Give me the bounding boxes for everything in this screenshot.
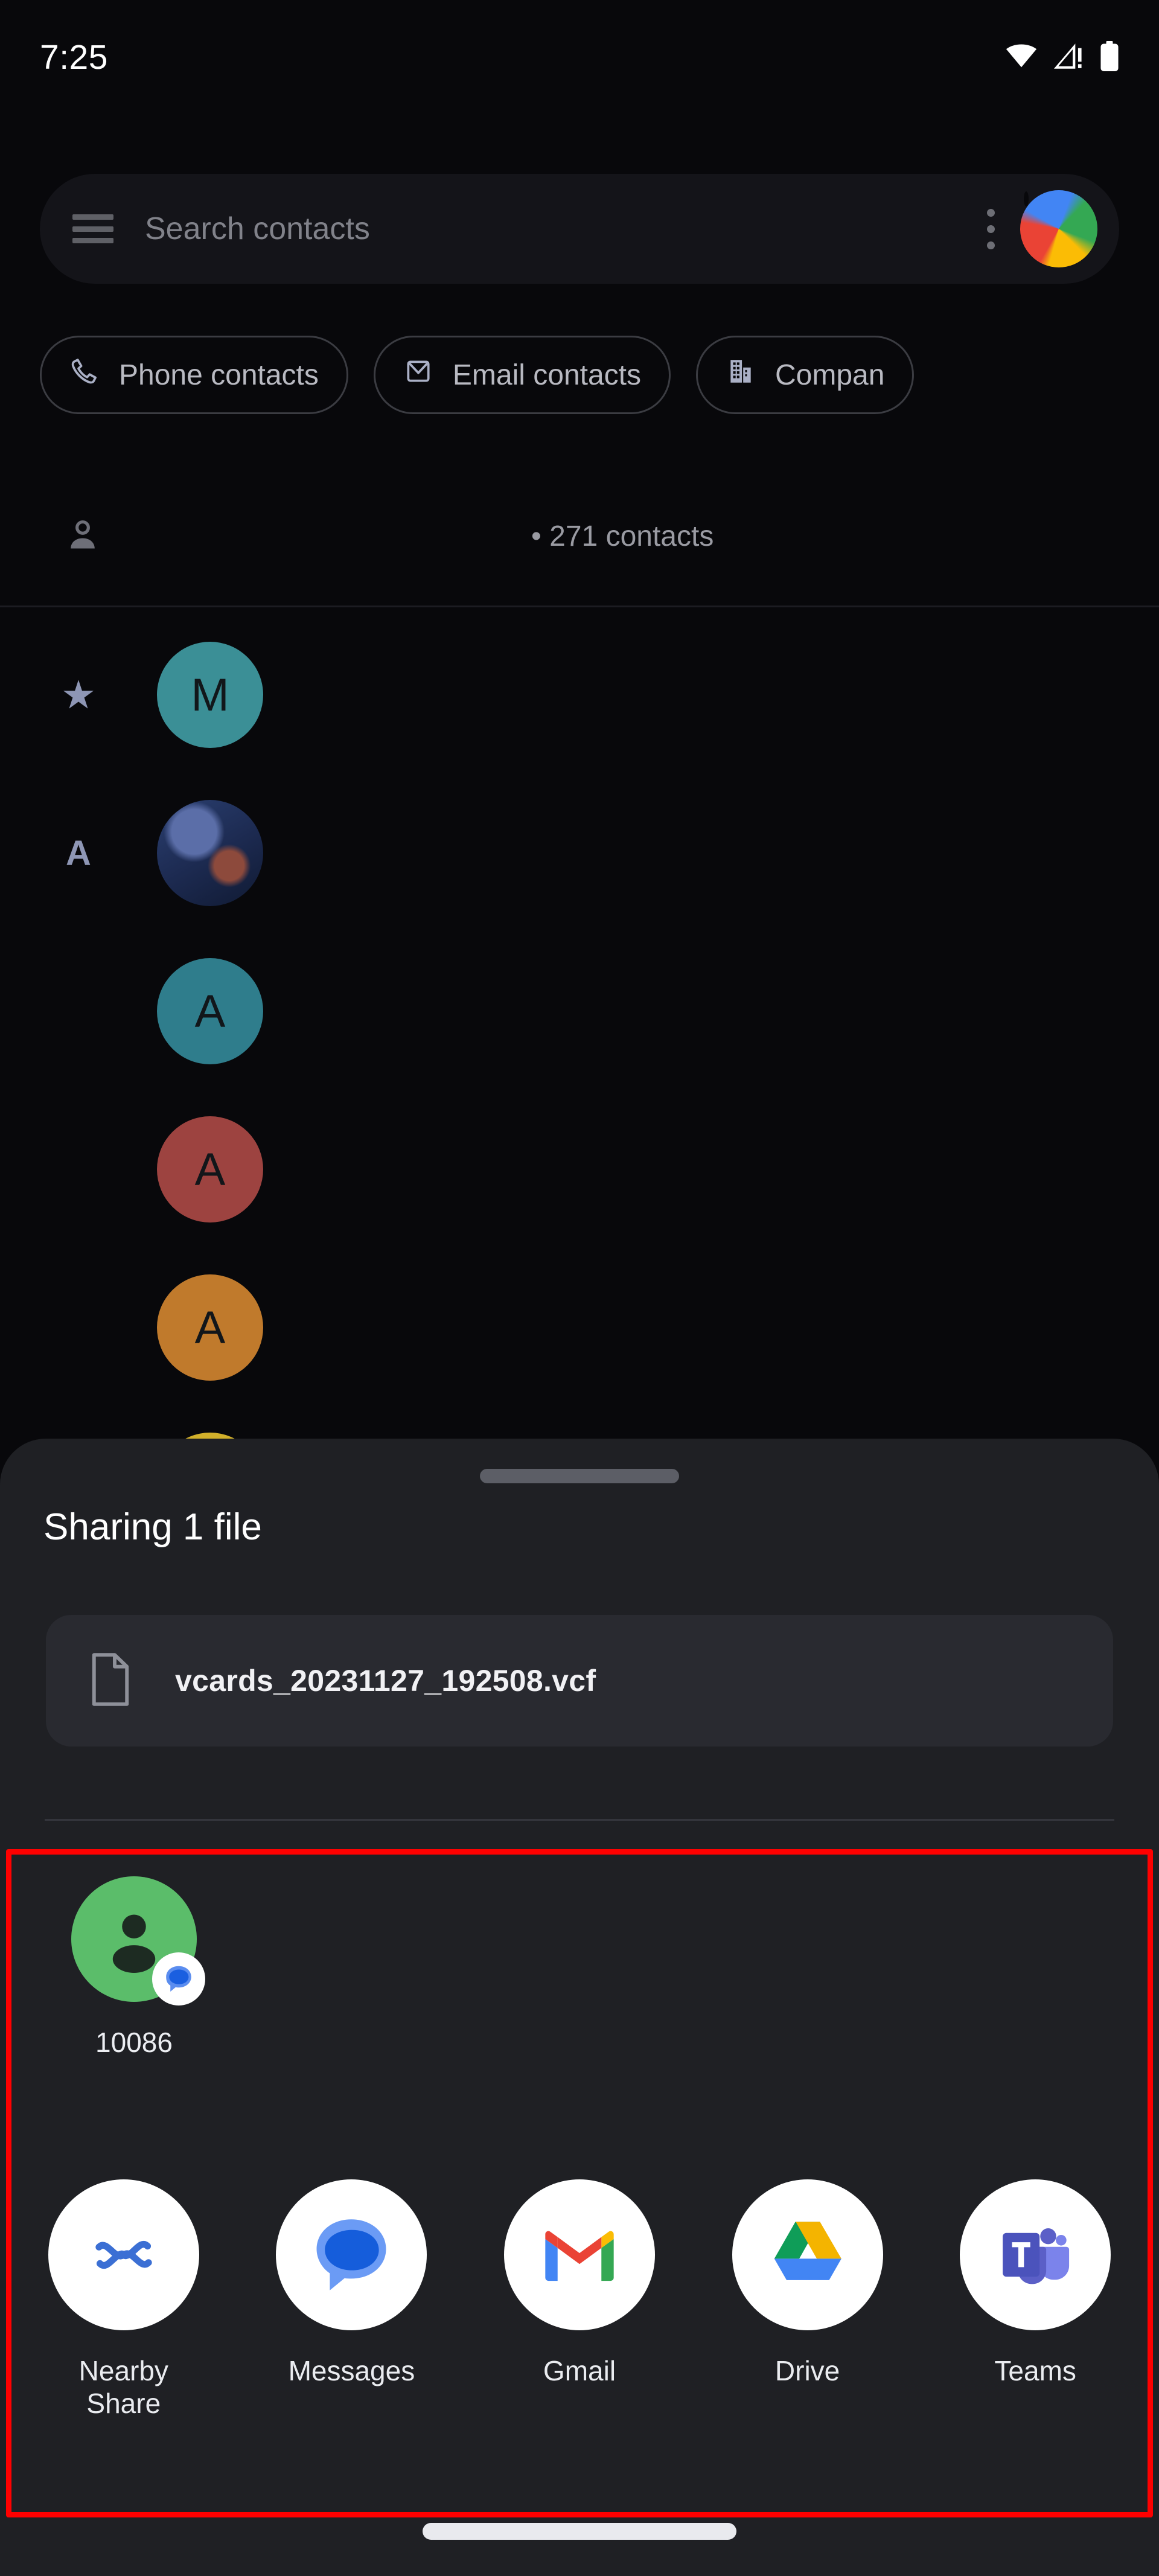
messages-icon [276,2179,427,2330]
document-icon [88,1652,133,1710]
gmail-icon [503,2179,655,2330]
microsoft-teams-icon [960,2179,1111,2330]
list-item[interactable]: A [0,800,263,906]
chip-label: Email contacts [452,359,642,391]
share-sheet-divider [45,1819,1114,1821]
chip-label: Phone contacts [119,359,319,391]
share-app-teams[interactable]: Teams [945,2179,1126,2420]
contacts-count-label: • 271 contacts [531,520,714,552]
share-app-gmail[interactable]: Gmail [489,2179,670,2420]
contact-avatar[interactable]: A [157,958,263,1064]
phone-screen: 7:25 Search contacts Phone contacts Emai… [0,0,1159,2576]
direct-share-label: 10086 [95,2027,173,2058]
list-item[interactable]: A [0,958,263,1064]
contact-avatar[interactable]: A [157,1274,263,1381]
envelope-icon [403,356,433,394]
account-avatar[interactable] [1020,190,1097,267]
chip-label: Compan [775,359,885,391]
google-drive-icon [732,2179,883,2330]
sheet-drag-handle[interactable] [480,1469,679,1483]
share-app-label: Drive [774,2355,840,2386]
list-item[interactable]: A [0,1274,263,1381]
share-app-label: Messages [288,2355,415,2386]
contact-avatar[interactable]: M [157,642,263,748]
search-input[interactable]: Search contacts [145,211,982,247]
share-sheet-title: Sharing 1 file [43,1506,262,1548]
building-icon [726,356,756,394]
chip-email-contacts[interactable]: Email contacts [373,336,671,414]
share-app-messages[interactable]: Messages [261,2179,442,2420]
search-bar[interactable]: Search contacts [40,174,1119,284]
shared-file-name: vcards_20231127_192508.vcf [175,1664,596,1698]
nearby-share-icon [48,2179,199,2330]
share-app-label: Nearby Share [78,2355,168,2420]
share-app-label: Teams [994,2355,1076,2386]
hamburger-menu-icon[interactable] [72,214,113,243]
chip-company-contacts[interactable]: Compan [696,336,915,414]
share-app-nearby-share[interactable]: Nearby Share [33,2179,214,2420]
share-app-row: Nearby Share Messages Gmail Drive Teams [0,2179,1159,2420]
share-app-label: Gmail [543,2355,616,2386]
list-item[interactable]: A [0,1116,263,1222]
messages-app-badge [152,1952,205,2006]
home-gesture-pill[interactable] [423,2523,736,2540]
more-options-icon[interactable] [982,208,1000,249]
contact-avatar-placeholder[interactable] [71,1876,205,2006]
list-item[interactable]: ★ M [0,642,263,748]
share-app-drive[interactable]: Drive [717,2179,898,2420]
filter-chip-row: Phone contacts Email contacts Compan [40,336,1159,414]
section-index-star: ★ [63,676,94,715]
person-icon [63,515,103,558]
contact-avatar[interactable]: A [157,1116,263,1222]
chip-phone-contacts[interactable]: Phone contacts [40,336,348,414]
direct-share-target-10086[interactable]: 10086 [43,1876,225,2059]
contacts-count-row: • 271 contacts [0,500,1159,572]
shared-file-item[interactable]: vcards_20231127_192508.vcf [46,1615,1113,1747]
section-index-letter: A [66,833,91,873]
avatar-image [1024,191,1029,206]
contact-avatar[interactable] [157,800,263,906]
phone-icon [69,356,100,394]
